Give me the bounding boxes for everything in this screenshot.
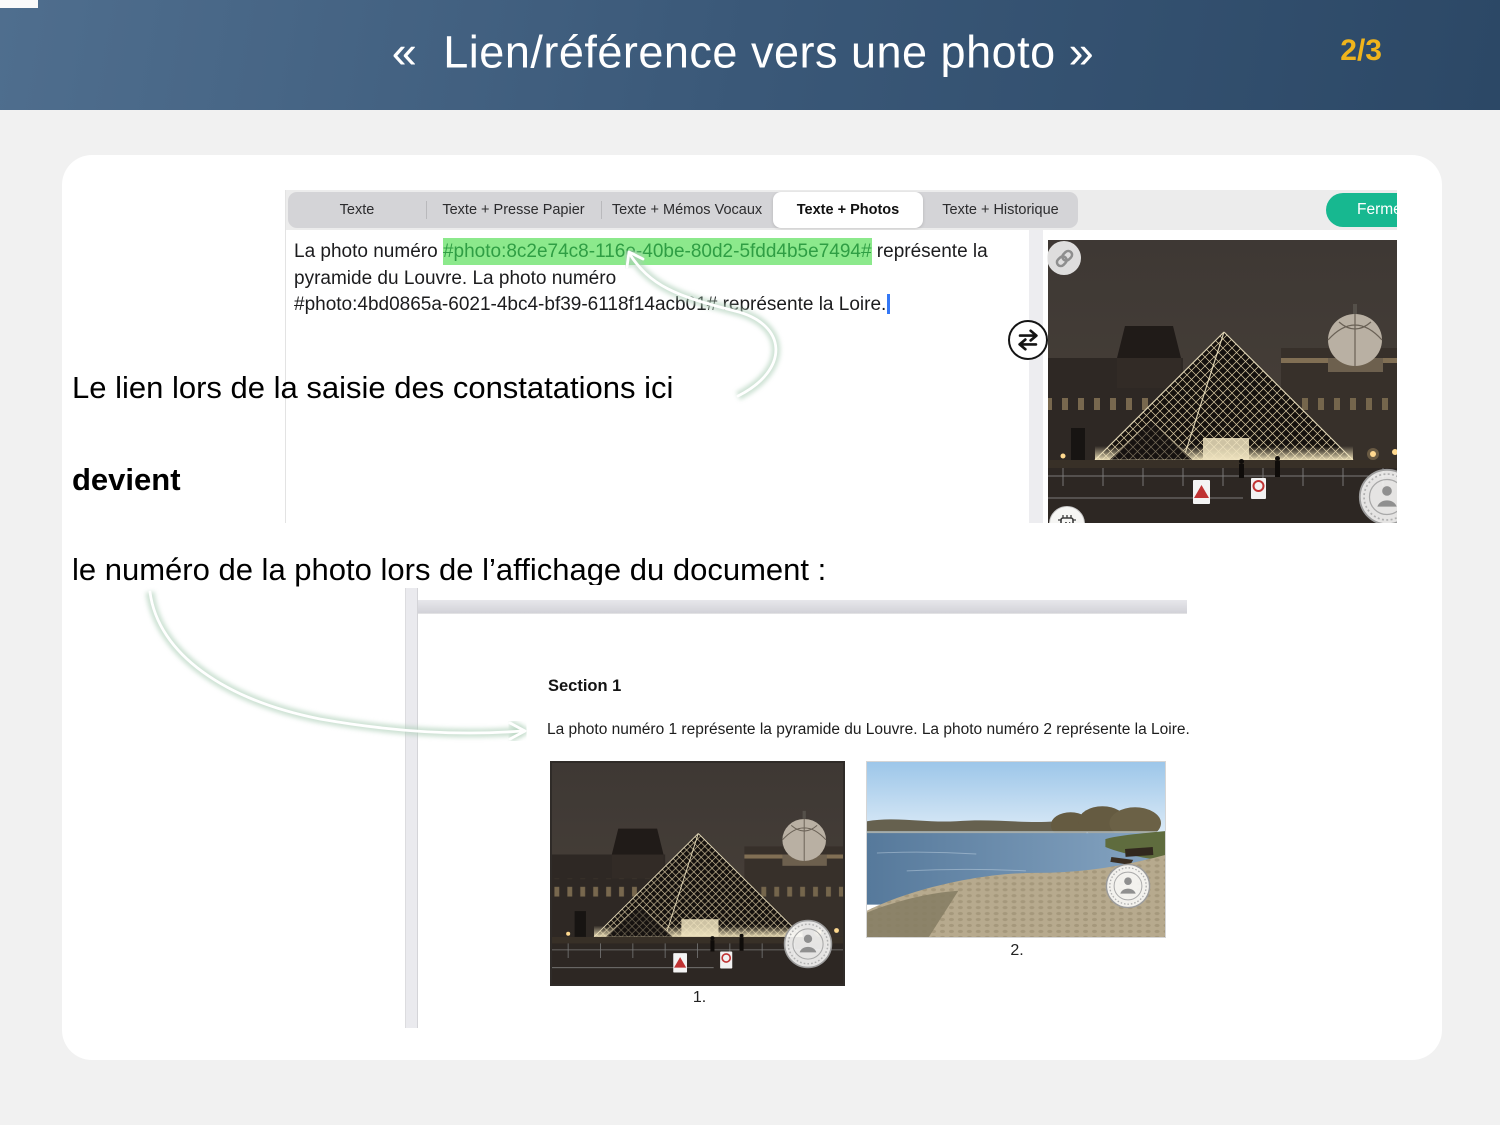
loire-photo <box>867 762 1165 937</box>
watermark-seal <box>1358 468 1397 523</box>
document-body-text: La photo numéro 1 représente la pyramide… <box>547 721 1190 739</box>
tab-texte-photos[interactable]: Texte + Photos <box>773 192 923 228</box>
svg-text:AI: AI <box>1063 520 1071 523</box>
watermark-seal <box>1105 863 1151 909</box>
photo-2-label: 2. <box>866 942 1168 960</box>
tab-texte[interactable]: Texte <box>288 192 426 228</box>
page-indicator: 2/3 <box>1340 34 1382 68</box>
segmented-control: Texte Texte + Presse Papier Texte + Mémo… <box>288 192 1078 228</box>
note-text-part1: La photo numéro <box>294 241 443 262</box>
photo-1-label: 1. <box>550 989 849 1007</box>
photo-link-plain: #photo:4bd0865a-6021-4bc4-bf39-6118f14ac… <box>294 294 717 315</box>
header-bar: « Lien/référence vers une photo » 2/3 <box>0 0 1500 110</box>
document-top-band <box>418 600 1187 613</box>
tab-texte-memos-vocaux[interactable]: Texte + Mémos Vocaux <box>601 192 773 228</box>
text-cursor <box>887 294 890 314</box>
section-heading: Section 1 <box>548 677 621 696</box>
fermer-button[interactable]: Fermer <box>1326 193 1397 227</box>
caption-line-3: le numéro de la photo lors de l’affichag… <box>72 552 826 588</box>
photo-link-highlighted: #photo:8c2e74c8-116e-40be-80d2-5fdd4b5e7… <box>443 238 872 265</box>
document-photo-1 <box>550 761 845 986</box>
slide: « Lien/référence vers une photo » 2/3 Te… <box>0 0 1500 1125</box>
watermark-seal <box>783 919 833 969</box>
caption-line-1: Le lien lors de la saisie des constatati… <box>72 370 673 406</box>
chain-link-icon[interactable] <box>1047 241 1081 275</box>
tab-texte-historique[interactable]: Texte + Historique <box>923 192 1078 228</box>
louvre-photo[interactable] <box>1048 240 1397 523</box>
document-left-strip <box>405 588 418 1028</box>
note-text: La photo numéro #photo:8c2e74c8-116e-40b… <box>294 239 1031 319</box>
app-screenshot: Texte Texte + Presse Papier Texte + Mémo… <box>285 190 1397 523</box>
photo-panel <box>1043 230 1397 523</box>
tab-bar: Texte Texte + Presse Papier Texte + Mémo… <box>286 190 1397 230</box>
decorative-corner-notch <box>0 0 38 8</box>
panel-divider <box>1029 230 1043 523</box>
page-title: « Lien/référence vers une photo » <box>392 26 1094 78</box>
document-page: Section 1 La photo numéro 1 représente l… <box>418 613 1187 1028</box>
caption-line-2: devient <box>72 462 181 498</box>
document-screenshot: Section 1 La photo numéro 1 représente l… <box>397 585 1187 1028</box>
swap-arrows-icon[interactable] <box>1008 320 1048 360</box>
note-text-part3: représente la Loire. <box>717 294 886 315</box>
document-photo-2 <box>866 761 1166 938</box>
tab-texte-presse-papier[interactable]: Texte + Presse Papier <box>426 192 601 228</box>
